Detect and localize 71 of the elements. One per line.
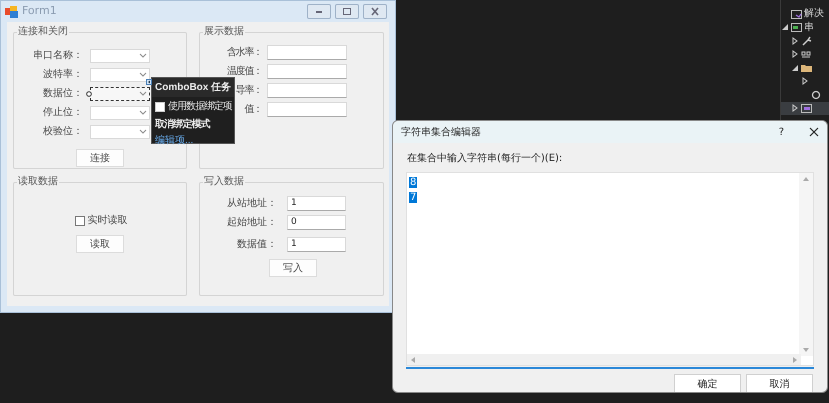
checkbox[interactable] bbox=[75, 216, 85, 226]
field-label: 从站地址： bbox=[226, 196, 277, 211]
collapsed-icon[interactable] bbox=[791, 36, 799, 45]
caret-icon bbox=[139, 72, 147, 77]
cancel-button[interactable]: 取消 bbox=[746, 374, 813, 392]
project-icon bbox=[791, 22, 802, 32]
folder-icon bbox=[801, 62, 812, 73]
caret-icon bbox=[139, 110, 147, 115]
read-button[interactable]: 读取 bbox=[76, 235, 124, 253]
selection-handle-icon bbox=[86, 90, 92, 96]
field-label: 温度值： bbox=[226, 66, 262, 77]
maximize-button[interactable] bbox=[335, 4, 359, 19]
close-button[interactable] bbox=[363, 4, 387, 19]
field-label: 停止位： bbox=[42, 106, 83, 120]
wrench-icon bbox=[801, 36, 812, 46]
text-field[interactable] bbox=[267, 64, 347, 79]
field-label: 波特率： bbox=[42, 68, 83, 82]
ok-button[interactable]: 确定 bbox=[674, 374, 741, 392]
field-label: 数据值： bbox=[236, 238, 277, 252]
tree-item[interactable]: 解决 bbox=[781, 7, 829, 20]
field-label: 起始地址： bbox=[226, 216, 277, 230]
solution-icon bbox=[791, 8, 802, 19]
caret-icon bbox=[139, 53, 147, 58]
checkbox-label: 使用数据绑定项 bbox=[168, 100, 232, 114]
help-button[interactable]: ? bbox=[778, 124, 784, 140]
group-title: 读取数据 bbox=[17, 177, 59, 187]
group-title: 写入数据 bbox=[203, 177, 245, 187]
popup-title: ComboBox 任务 bbox=[152, 78, 234, 97]
menu-action[interactable]: 取消绑定模式 bbox=[152, 116, 213, 133]
maximize-icon bbox=[341, 7, 353, 16]
field-label: 含水率： bbox=[226, 47, 262, 58]
caret-icon bbox=[139, 129, 147, 134]
collapsed-icon[interactable] bbox=[801, 77, 809, 86]
text-field[interactable]: 1 bbox=[287, 196, 346, 211]
edit-items-link[interactable]: 编辑项... bbox=[152, 135, 196, 147]
settings-icon bbox=[811, 90, 822, 100]
tree-label: 解决 bbox=[804, 6, 824, 22]
form-icon bbox=[801, 103, 812, 114]
dialog-title: 字符串集合编辑器 bbox=[401, 126, 481, 140]
text-field[interactable] bbox=[267, 83, 347, 98]
field-label: 导率： bbox=[236, 85, 262, 96]
checkbox-label: 实时读取 bbox=[88, 214, 128, 228]
collapsed-icon[interactable] bbox=[791, 50, 799, 58]
tree-item[interactable] bbox=[781, 102, 829, 115]
tree-item[interactable]: 串 bbox=[781, 20, 829, 34]
close-icon bbox=[369, 7, 381, 16]
text-field[interactable]: 1 bbox=[287, 237, 346, 252]
group-title: 展示数据 bbox=[203, 27, 245, 37]
references-icon bbox=[801, 49, 812, 60]
caret-icon bbox=[139, 91, 147, 96]
prompt-label: 在集合中输入字符串(每行一个)(E): bbox=[406, 152, 564, 166]
app-icon bbox=[5, 6, 18, 18]
collapsed-icon[interactable] bbox=[791, 104, 799, 112]
tree-label: 串 bbox=[804, 20, 814, 35]
expanded-icon[interactable] bbox=[791, 64, 799, 72]
field-label: 值： bbox=[244, 104, 262, 115]
smart-tag-icon bbox=[146, 79, 152, 85]
group-title: 连接和关闭 bbox=[17, 27, 69, 37]
text-field[interactable]: 0 bbox=[287, 215, 346, 230]
write-button[interactable]: 写入 bbox=[269, 259, 317, 277]
window-title: Form1 bbox=[22, 3, 57, 20]
minimize-button[interactable] bbox=[307, 4, 331, 19]
field-label: 串口名称： bbox=[32, 48, 83, 63]
connect-button[interactable]: 连接 bbox=[76, 149, 124, 167]
text-field[interactable] bbox=[267, 45, 347, 60]
field-label: 数据位： bbox=[42, 87, 83, 101]
field-label: 校验位： bbox=[42, 124, 83, 139]
text-field[interactable] bbox=[267, 102, 347, 117]
close-icon[interactable] bbox=[809, 127, 819, 137]
expanded-icon[interactable] bbox=[781, 23, 789, 32]
checkbox[interactable] bbox=[155, 102, 165, 112]
